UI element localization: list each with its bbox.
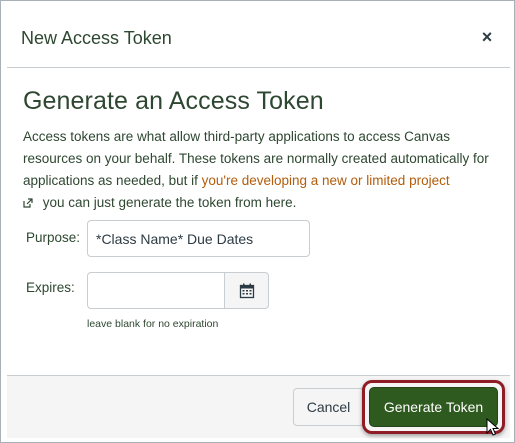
close-icon[interactable]: × bbox=[478, 28, 496, 46]
dialog-title: New Access Token bbox=[21, 28, 172, 48]
dialog-header: New Access Token × bbox=[7, 8, 510, 68]
developer-link[interactable]: you're developing a new or limited proje… bbox=[202, 173, 450, 188]
page-title: Generate an Access Token bbox=[23, 87, 324, 115]
expires-label: Expires: bbox=[26, 280, 75, 295]
description-text: Access tokens are what allow third-party… bbox=[23, 126, 498, 214]
purpose-label: Purpose: bbox=[26, 230, 81, 245]
calendar-icon bbox=[239, 283, 254, 298]
expires-input[interactable] bbox=[87, 272, 225, 309]
access-token-dialog: New Access Token × Generate an Access To… bbox=[0, 0, 515, 443]
external-link-icon bbox=[23, 198, 33, 208]
calendar-button[interactable] bbox=[224, 272, 269, 309]
mouse-pointer-icon bbox=[486, 418, 500, 436]
expires-hint: leave blank for no expiration bbox=[87, 318, 219, 330]
cancel-button[interactable]: Cancel bbox=[293, 388, 364, 426]
dialog-footer: Cancel Generate Token bbox=[7, 375, 510, 438]
purpose-input[interactable] bbox=[87, 220, 310, 257]
generate-token-button[interactable]: Generate Token bbox=[369, 387, 498, 427]
dialog-body: Generate an Access Token Access tokens a… bbox=[7, 69, 510, 375]
description-part2: you can just generate the token from her… bbox=[39, 195, 297, 210]
